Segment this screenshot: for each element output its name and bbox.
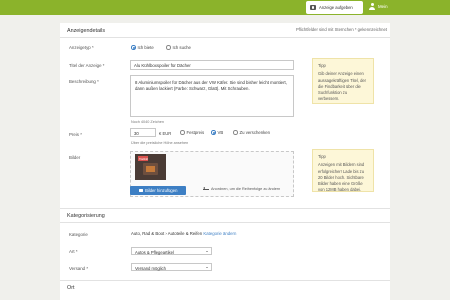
arrow-left-icon — [202, 187, 209, 190]
price-free-radio[interactable]: Zu verschenken — [233, 130, 270, 135]
user-menu-button[interactable]: Mein — [369, 3, 388, 10]
tip-text: Gib deiner Anzeige einen aussagekräftige… — [318, 71, 367, 102]
user-icon — [369, 3, 375, 10]
art-label: Art * — [69, 249, 78, 254]
title-image-badge: Titelbild — [138, 156, 148, 161]
chevron-down-icon — [206, 267, 208, 268]
ad-type-search-radio[interactable]: Ich suche — [166, 45, 191, 50]
camera-icon — [138, 188, 144, 193]
section-title-category: Kategorisierung — [67, 213, 105, 219]
tip-box-images: Tipp Anzeigen mit Bildern sind erfolgrei… — [312, 149, 374, 192]
price-fixed-label: Festpreis — [186, 130, 205, 135]
tip-title: Tipp — [318, 63, 326, 68]
post-ad-label: Anzeige aufgeben — [319, 5, 353, 10]
tip-title: Tipp — [318, 154, 326, 159]
description-char-hint: Noch 4040 Zeichen — [131, 120, 164, 124]
top-bar: Anzeige aufgeben Mein — [0, 0, 450, 15]
ad-title-input[interactable]: Alu Kühlboxspoiler für Dächer — [130, 60, 294, 70]
divider — [60, 208, 390, 209]
images-label: Bilder — [69, 155, 81, 160]
shipping-label: Versand * — [69, 266, 89, 271]
radio-icon — [233, 130, 238, 135]
divider — [60, 280, 390, 281]
ad-type-label: Anzeigetyp * — [69, 45, 94, 50]
required-note: Pflichtfelder sind mit Sternchen * geken… — [295, 27, 387, 32]
art-select[interactable]: Autos & Pflegeartikel — [131, 247, 212, 255]
art-select-value: Autos & Pflegeartikel — [135, 249, 174, 255]
price-negotiable-radio[interactable]: VB — [211, 130, 223, 135]
radio-selected-icon — [211, 130, 216, 135]
price-hint: Über die preisliche Höhe ansehen — [131, 141, 189, 145]
divider — [60, 37, 390, 38]
change-category-link[interactable]: Kategorie ändern — [203, 231, 236, 236]
ad-type-offer-radio[interactable]: Ich biete — [131, 45, 154, 50]
price-free-label: Zu verschenken — [239, 130, 271, 135]
ad-title-label: Titel der Anzeige * — [69, 63, 105, 68]
add-images-label: Bilder hinzufügen — [145, 188, 178, 193]
user-menu-label: Mein — [378, 4, 388, 9]
post-ad-button[interactable]: Anzeige aufgeben — [306, 1, 363, 14]
price-negotiable-label: VB — [217, 130, 224, 135]
price-label: Preis * — [69, 132, 82, 137]
description-label: Beschreibung * — [69, 79, 99, 84]
shipping-select-value: Versand möglich — [135, 265, 166, 271]
price-input[interactable]: 30 — [130, 128, 156, 137]
price-fixed-radio[interactable]: Festpreis — [180, 130, 204, 135]
drag-hint-text: Anordnen, um die Reihenfolge zu ändern — [211, 187, 281, 191]
category-path: Auto, Rad & Boot › Autoteile & Reifen — [131, 231, 203, 236]
category-value: Auto, Rad & Boot › Autoteile & Reifen Ka… — [131, 231, 236, 236]
chevron-down-icon — [206, 251, 208, 252]
radio-icon — [166, 45, 171, 50]
title-image-badge-label: Titelbild — [139, 158, 148, 161]
section-title-location: Ort — [67, 285, 75, 291]
description-textarea[interactable]: 8 Aluminiumspoiler für Dächer aus der VW… — [130, 75, 294, 117]
image-thumbnail[interactable]: Titelbild — [135, 154, 166, 180]
tip-box-title: Tipp Gib deiner Anzeige einen aussagekrä… — [312, 58, 374, 104]
category-label: Kategorie — [69, 232, 88, 237]
radio-selected-icon — [131, 45, 136, 50]
drag-hint: Anordnen, um die Reihenfolge zu ändern — [202, 187, 281, 191]
section-title-details: Anzeigendetails — [67, 28, 106, 34]
tip-text: Anzeigen mit Bildern sind erfolgreicher!… — [318, 162, 365, 193]
ad-type-search-label: Ich suche — [172, 45, 191, 50]
price-currency: € EUR — [159, 131, 172, 136]
camera-icon — [310, 5, 316, 10]
add-images-button[interactable]: Bilder hinzufügen — [130, 186, 186, 195]
photo-detail — [146, 166, 155, 172]
shipping-select[interactable]: Versand möglich — [131, 263, 212, 271]
ad-type-offer-label: Ich biete — [137, 45, 154, 50]
divider — [60, 222, 390, 223]
radio-icon — [180, 130, 185, 135]
